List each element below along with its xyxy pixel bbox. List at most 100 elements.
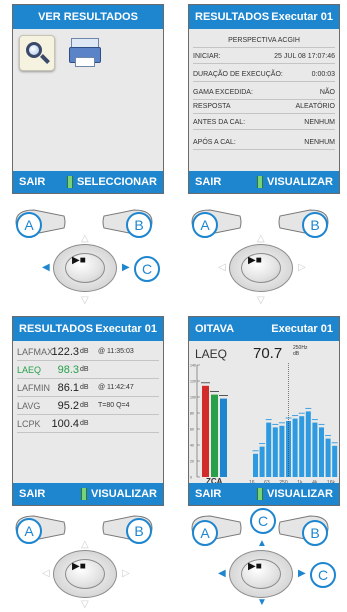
row-label: DURAÇÃO DE EXECUÇÃO: [193,70,283,78]
zca-bar [220,398,227,477]
octave-bar [299,416,305,477]
keypad: A B ▶■ △ ▽ ◀ ▶ C [10,206,160,306]
b-key-label: B [126,212,152,238]
ver-resultados-screen: VER RESULTADOS SAIR SELECCIONAR [12,4,164,194]
sair-softkey[interactable]: SAIR [19,176,63,188]
seleccionar-softkey[interactable]: SELECCIONAR [77,176,157,188]
visualizar-softkey[interactable]: VISUALIZAR [267,176,333,188]
softkey-separator-icon [81,488,87,500]
level-row: LAVG 95.2 dB T=80 Q=4 [17,397,159,415]
arrow-up-icon[interactable]: △ [81,540,89,550]
b-key-label: B [302,212,328,238]
level-row: LAFMAX 122.3 dB @ 11:35:03 [17,343,159,361]
level-label: LAEQ [17,364,42,375]
visualizar-softkey[interactable]: VISUALIZAR [267,488,333,500]
level-value: 122.3 [51,345,79,358]
octave-bar [312,422,318,477]
row-label: RESPOSTA [193,102,231,110]
run-label: Executar 01 [271,11,333,23]
zca-bar [202,385,209,477]
level-unit: dB [80,402,89,409]
octave-bar [332,445,338,477]
softkey-bar: SAIR VISUALIZAR [13,483,163,505]
row-label: GAMA EXCEDIDA: [193,88,253,96]
octave-bar [253,453,258,477]
screen-title: RESULTADOS [195,11,270,23]
level-label: LAFMAX [17,346,54,357]
arrow-down-icon[interactable]: ▽ [81,600,89,610]
softkey-bar: SAIR VISUALIZAR [189,171,339,193]
arrow-right-icon[interactable]: ▶ [298,569,306,579]
level-value: 95.2 [57,399,79,412]
sair-softkey[interactable]: SAIR [19,488,77,500]
octave-bar [259,446,265,477]
arrow-up-icon[interactable]: △ [257,234,265,244]
result-row: APÓS A CAL: NENHUM [193,135,335,150]
b-key-label: B [126,518,152,544]
y-tick-label: 140 [190,364,196,368]
row-value: NENHUM [304,138,335,146]
play-stop-icon: ▶■ [72,561,86,572]
keypad: A B ▶■ △ ▽ ◁ ▷ [186,206,336,306]
softkey-separator-icon [66,176,73,188]
octave-bar [319,427,324,477]
octave-bar [266,422,272,477]
level-extra: T=80 Q=4 [98,402,130,409]
search-results-tile[interactable] [19,35,55,71]
a-key-label: A [16,212,42,238]
arrow-up-icon[interactable]: ▲ [257,539,267,549]
arrow-right-icon[interactable]: ▷ [298,263,306,273]
arrow-left-icon[interactable]: ◁ [42,569,50,579]
c-key-label-up: C [250,508,276,534]
arrow-down-icon[interactable]: ▽ [81,296,89,306]
octave-bar [272,427,278,477]
keypad: A B ▶■ △ ▽ ◁ ▷ [10,512,160,612]
arrow-up-icon[interactable]: △ [81,234,89,244]
visualizar-softkey[interactable]: VISUALIZAR [91,488,157,500]
keypad: A B C ▶■ ▲ ▼ ◀ ▶ C [186,508,336,612]
arrow-left-icon[interactable]: ◀ [42,263,50,273]
y-tick-label: 60 [190,428,194,432]
arrow-left-icon[interactable]: ◁ [218,263,226,273]
oitava-spectrum-screen: OITAVA Executar 01 LAEQ 70.7 250Hz dB 02… [188,316,340,506]
arrow-down-icon[interactable]: ▼ [257,598,267,608]
cursor-unit: 250Hz dB [293,345,307,357]
arrow-left-icon[interactable]: ◀ [218,569,226,579]
arrow-right-icon[interactable]: ▷ [122,569,130,579]
title-bar: VER RESULTADOS [13,5,163,29]
row-value: 25 JUL 08 17:07:46 [274,52,335,60]
level-unit: dB [80,366,89,373]
row-value: ALEATÓRIO [295,102,335,110]
result-row: DURAÇÃO DE EXECUÇÃO: 0:00:03 [193,67,335,82]
print-results-tile[interactable] [67,35,101,69]
result-row: GAMA EXCEDIDA: NÃO [193,85,335,100]
resultados-detail-screen: RESULTADOS Executar 01 PERSPECTIVA ACGIH… [188,4,340,194]
level-row: LCPK 100.4 dB [17,415,159,433]
arrow-right-icon[interactable]: ▶ [122,263,130,273]
octave-bar [292,418,298,477]
sair-softkey[interactable]: SAIR [195,488,253,500]
directional-pad: ▶■ [229,244,293,292]
octave-bar [279,425,285,477]
a-key-label: A [16,518,42,544]
octave-bar [305,411,311,477]
level-label: LAFMIN [17,382,51,393]
level-row: LAFMIN 86.1 dB @ 11:42:47 [17,379,159,397]
directional-pad: ▶■ [229,550,293,598]
arrow-down-icon[interactable]: ▽ [257,296,265,306]
c-key-label-right: C [310,562,336,588]
sair-softkey[interactable]: SAIR [195,176,253,188]
perspective-row: PERSPECTIVA ACGIH [193,33,335,48]
run-label: Executar 01 [271,323,333,335]
b-key-label: B [302,520,328,546]
screen-title: OITAVA [195,323,235,335]
row-label: ANTES DA CAL: [193,118,246,126]
play-stop-icon: ▶■ [72,255,86,266]
softkey-bar: SAIR SELECCIONAR [13,171,163,193]
level-value: 100.4 [51,417,79,430]
a-key-label: A [192,212,218,238]
row-value: NÃO [319,88,335,96]
level-extra: @ 11:35:03 [98,348,134,355]
row-value: 0:00:03 [311,70,335,78]
octave-bar [325,438,331,477]
